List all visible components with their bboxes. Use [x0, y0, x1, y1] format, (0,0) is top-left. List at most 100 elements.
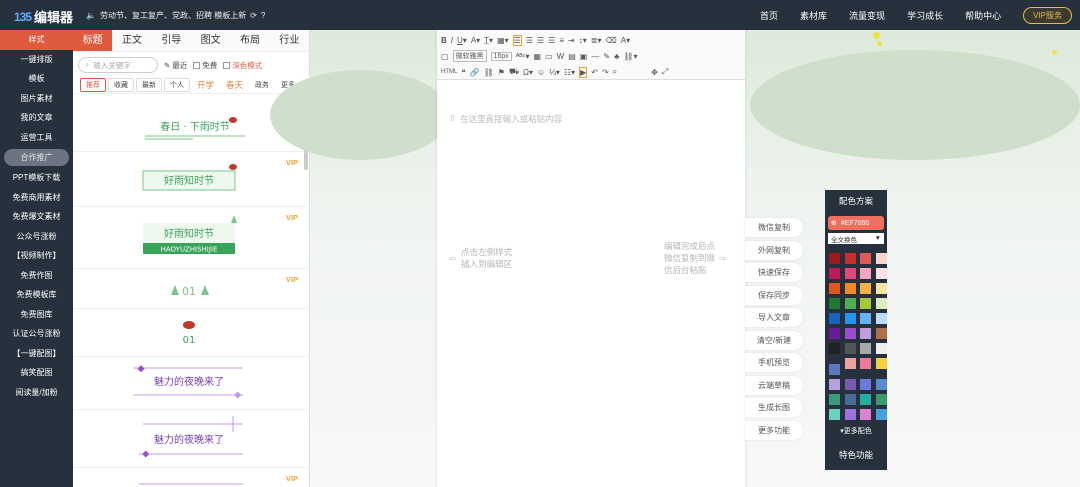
color-swatch[interactable] — [844, 394, 856, 405]
redo-icon[interactable]: ↷ — [602, 68, 609, 77]
tab-image-text[interactable]: 图文 — [191, 30, 230, 51]
move-icon[interactable]: ✥ — [651, 68, 658, 77]
color-swatch[interactable] — [829, 268, 840, 279]
color-swatch[interactable] — [875, 343, 887, 354]
tab-body[interactable]: 正文 — [112, 30, 151, 51]
spacing-icon[interactable]: ≣▾ — [591, 36, 602, 45]
color-swatch[interactable] — [875, 328, 887, 339]
quick-save-button[interactable]: 快速保存 — [745, 263, 803, 282]
color-swatch[interactable] — [860, 379, 871, 390]
long-image-button[interactable]: 生成长图 — [745, 398, 803, 417]
color-swatch[interactable] — [844, 313, 856, 324]
undo-icon[interactable]: ↶ — [591, 68, 598, 77]
italic-icon[interactable]: I — [451, 36, 453, 45]
video-icon[interactable]: ▶ — [579, 66, 588, 78]
letter-spacing-icon[interactable]: ᴬᴮᶜ▾ — [516, 52, 530, 61]
sidebar-item-free-design[interactable]: 免费作图 — [0, 266, 73, 286]
color-swatch[interactable] — [875, 313, 887, 324]
color-swatch[interactable] — [829, 343, 840, 354]
tab-guide[interactable]: 引导 — [152, 30, 191, 51]
color-swatch[interactable] — [829, 328, 840, 339]
color-swatch[interactable] — [844, 409, 856, 420]
color-swatch[interactable] — [860, 394, 871, 405]
color-swatch[interactable] — [829, 253, 840, 264]
tab-title[interactable]: 标题 — [73, 30, 113, 51]
image-icon[interactable]: ▭ — [545, 52, 553, 61]
anchor-icon[interactable]: ⚑ — [498, 68, 505, 77]
template-item[interactable]: VIP 好雨知时节 — [73, 152, 308, 207]
font-family-select[interactable]: 微软雅黑 — [452, 50, 487, 62]
color-swatch[interactable] — [860, 313, 871, 324]
sidebar-item-free-templates[interactable]: 免费模板库 — [0, 285, 73, 305]
indent-icon[interactable]: ⇥ — [568, 36, 575, 45]
unlink-icon[interactable]: ⛓ — [484, 68, 494, 77]
html-icon[interactable]: HTML — [441, 69, 457, 75]
color-swatch[interactable] — [829, 283, 840, 294]
align-right-icon[interactable]: ☰ — [537, 36, 544, 45]
sidebar-item-free-gallery[interactable]: 免费图库 — [0, 305, 73, 325]
clear-format-icon[interactable]: ⌫ — [605, 36, 616, 45]
color-swatch[interactable] — [860, 283, 871, 294]
color-swatch[interactable] — [875, 358, 887, 369]
picture-icon[interactable]: ▣ — [580, 52, 588, 61]
search-input[interactable]: ⌕ 输入关键字 — [78, 57, 158, 73]
color-swatch[interactable] — [875, 253, 887, 264]
sidebar-item-partner[interactable]: 合作推广 — [4, 149, 69, 166]
checkbox[interactable] — [223, 61, 231, 69]
table-icon[interactable]: ▦▾ — [497, 36, 509, 45]
bullet-list-icon[interactable]: ☷▾ — [564, 68, 575, 77]
text-case-icon[interactable]: A▾ — [621, 36, 630, 45]
subtab-newest[interactable]: 最新 — [136, 77, 162, 92]
sidebar-item-my-articles[interactable]: 我的文章 — [0, 108, 73, 128]
subtab-spring[interactable]: 春天 — [221, 78, 248, 92]
sidebar-item-free-viral[interactable]: 免费爆文素材 — [0, 207, 73, 227]
template-item[interactable]: 魅力的夜晚来了 — [73, 357, 308, 410]
nav-materials[interactable]: 素材库 — [800, 9, 827, 22]
filter-dark-mode[interactable]: 深色模式 — [223, 60, 262, 71]
chart-icon[interactable]: ▤ — [568, 52, 576, 61]
subtab-politics[interactable]: 政务 — [250, 79, 274, 91]
color-swatch[interactable] — [829, 313, 840, 324]
sidebar-item-reads[interactable]: 阅读量/加粉 — [0, 383, 73, 403]
import-article-button[interactable]: 导入文章 — [745, 308, 803, 327]
color-swatch[interactable] — [829, 394, 840, 405]
color-swatch[interactable] — [844, 268, 856, 279]
color-swatch[interactable] — [875, 379, 887, 390]
color-swatch[interactable] — [875, 283, 887, 294]
color-swatch[interactable] — [860, 328, 871, 339]
tab-layout[interactable]: 布局 — [230, 30, 269, 51]
template-item[interactable]: 魅力的夜晚来了 — [73, 410, 308, 468]
color-mode-select[interactable]: 全文换色 ▼ — [828, 233, 884, 244]
color-swatch[interactable] — [844, 253, 856, 264]
color-swatch[interactable] — [860, 253, 871, 264]
link-icon[interactable]: 🔗 — [470, 68, 480, 77]
bookmark-icon[interactable]: ⛟ — [509, 67, 519, 77]
color-swatch[interactable] — [844, 343, 856, 354]
more-features-button[interactable]: 更多功能 — [745, 420, 803, 440]
subtab-kaixue[interactable]: 开学 — [192, 78, 219, 92]
filter-free[interactable]: 免费 — [193, 60, 217, 71]
color-swatch[interactable] — [860, 268, 871, 279]
sidebar-item-styles[interactable]: 样式 — [0, 30, 73, 50]
quote-icon[interactable]: ❝ — [461, 68, 465, 77]
color-swatch[interactable] — [875, 394, 887, 405]
color-swatch[interactable] — [844, 379, 856, 390]
color-swatch[interactable] — [860, 409, 871, 420]
subtab-recommend[interactable]: 推荐 — [80, 77, 106, 92]
logo[interactable]: 135 编辑器 — [14, 7, 73, 26]
template-item[interactable]: 01 — [73, 309, 308, 357]
sidebar-item-ops-tools[interactable]: 运营工具 — [0, 128, 73, 148]
emoji-icon[interactable]: ☺ — [537, 68, 545, 77]
nav-monetize[interactable]: 流量变现 — [849, 9, 885, 22]
color-swatch[interactable] — [860, 343, 871, 354]
font-color-icon[interactable]: A▾ — [471, 36, 480, 45]
color-swatch[interactable] — [829, 298, 840, 309]
vip-service-button[interactable]: VIP服务 — [1023, 6, 1072, 24]
notice-bar[interactable]: 🔈 劳动节、复工复产、党政、招聘 模板上新 ⟳ ? — [86, 10, 265, 21]
save-sync-button[interactable]: 保存同步 — [745, 285, 803, 305]
special-features-label[interactable]: 特色功能 — [825, 449, 887, 461]
word-icon[interactable]: W — [557, 52, 565, 61]
color-swatch[interactable] — [844, 328, 856, 339]
sidebar-item-followers[interactable]: 公众号涨粉 — [0, 227, 73, 247]
ordered-list-icon[interactable]: ⅓▾ — [549, 68, 560, 77]
